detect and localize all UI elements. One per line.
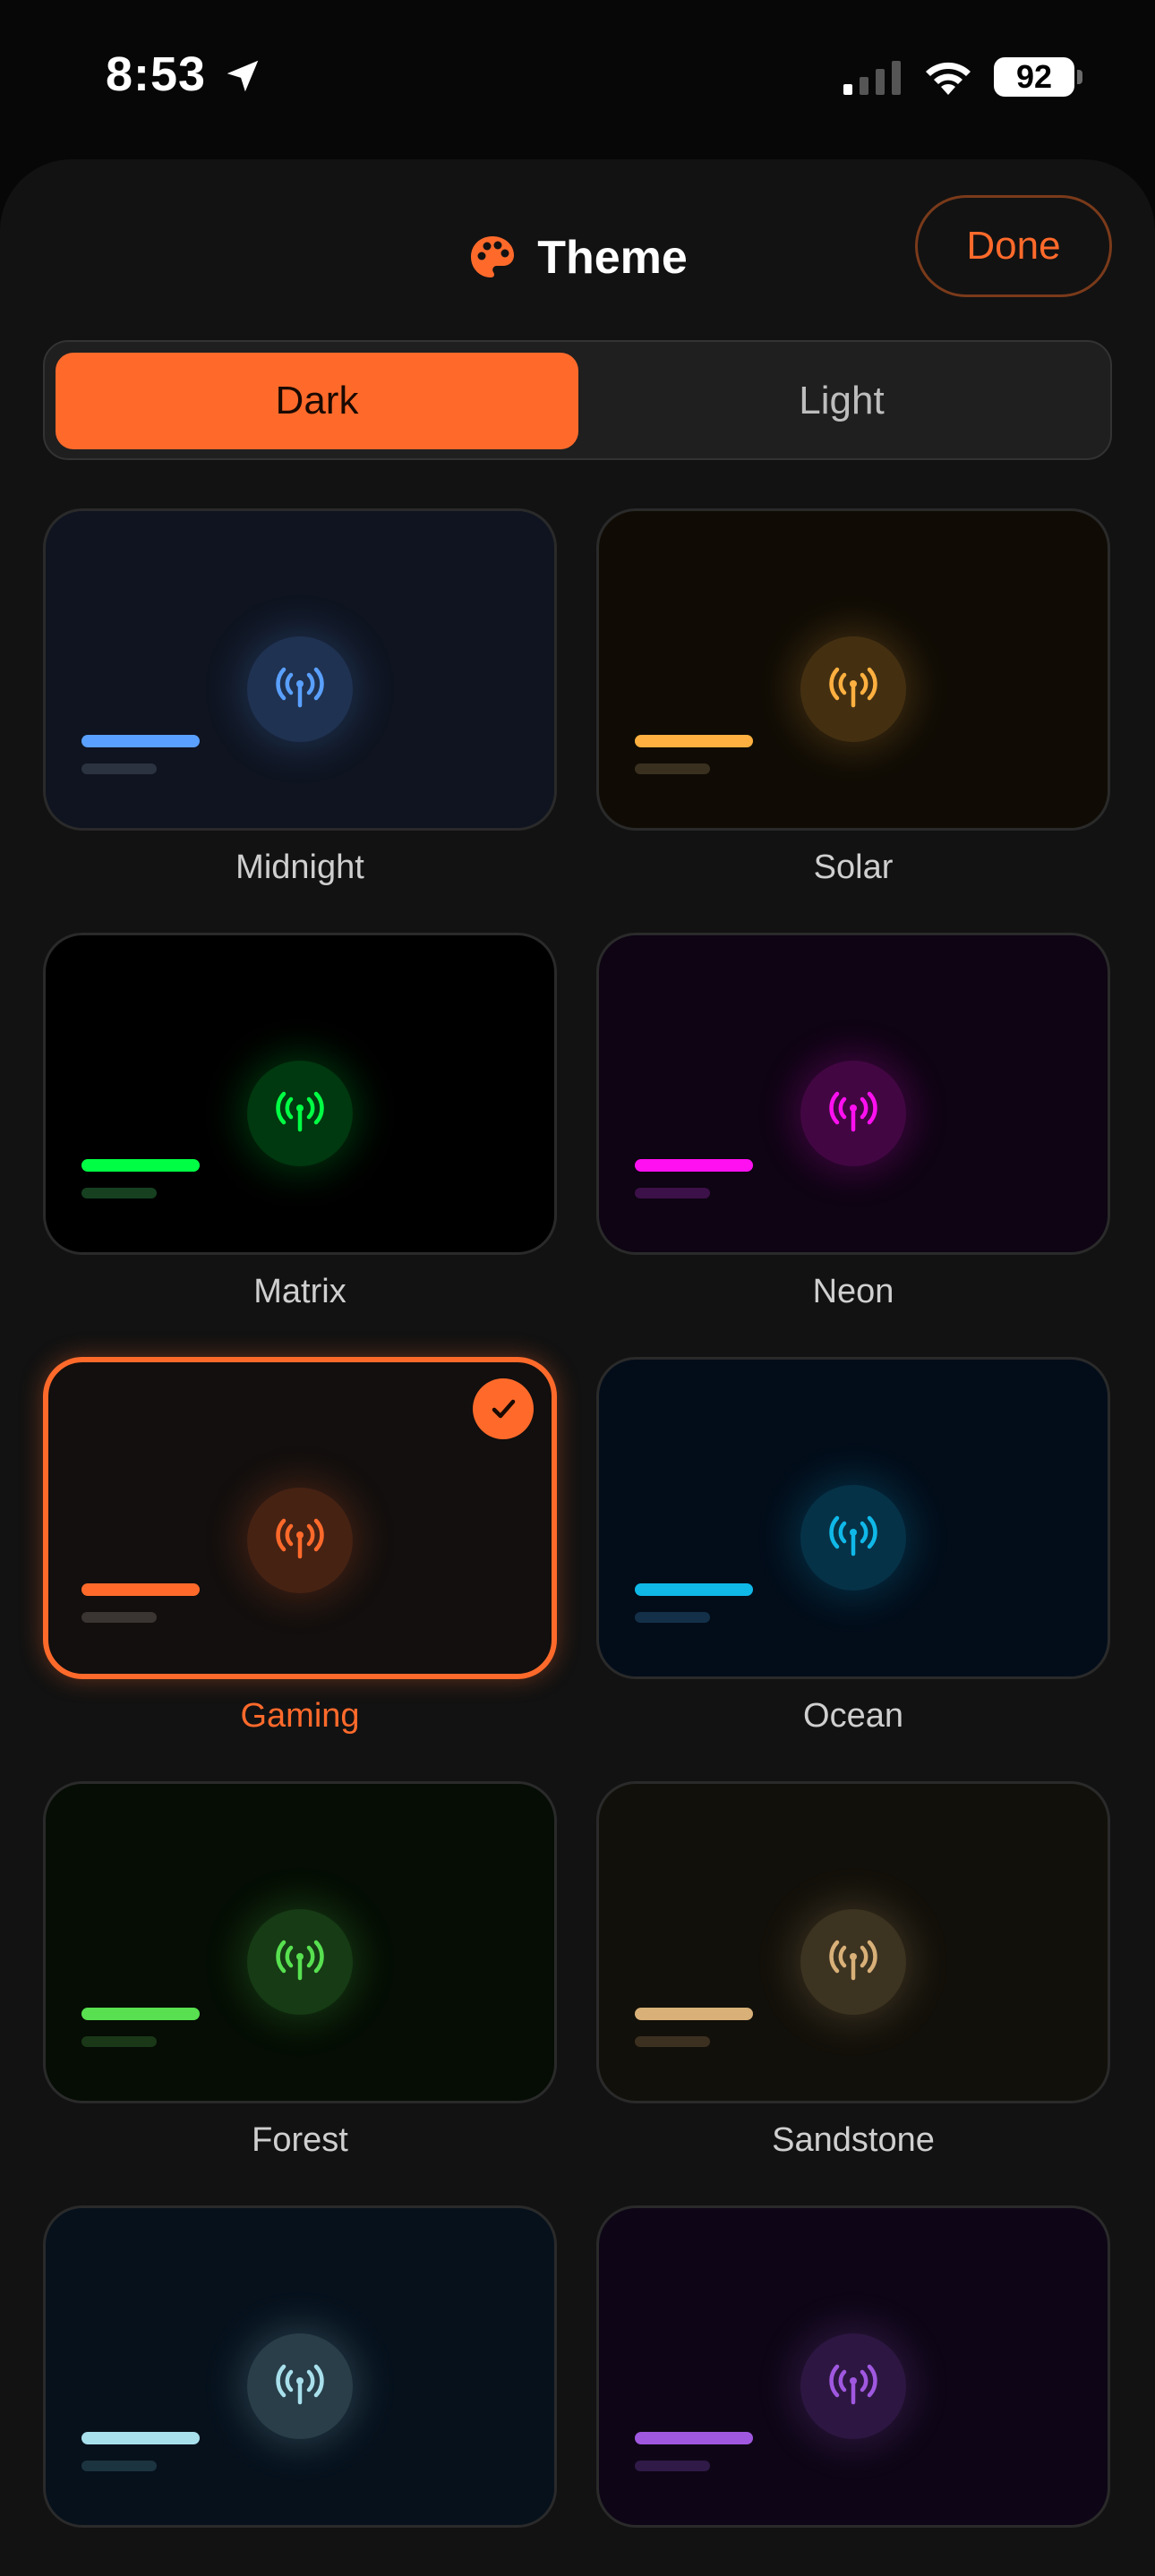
antenna-badge	[247, 2333, 353, 2439]
preview-secondary-bar	[81, 2461, 157, 2471]
theme-card[interactable]	[596, 933, 1110, 1255]
antenna-badge	[247, 1488, 353, 1593]
theme-label: Solar	[813, 849, 894, 886]
antenna-badge	[800, 1061, 906, 1166]
preview-accent-bar	[635, 1583, 753, 1596]
cellular-signal-icon	[843, 61, 901, 95]
preview-accent-bar	[81, 735, 200, 747]
theme-card[interactable]	[43, 933, 557, 1255]
preview-accent-bar	[81, 2432, 200, 2444]
antenna-icon	[829, 2364, 877, 2405]
theme-card[interactable]	[43, 1357, 557, 1679]
antenna-icon	[276, 667, 324, 708]
preview-accent-bar	[635, 2432, 753, 2444]
antenna-icon	[276, 1940, 324, 1981]
antenna-badge	[800, 1485, 906, 1591]
preview-accent-bar	[81, 2008, 200, 2020]
theme-label: Matrix	[253, 1273, 346, 1310]
antenna-icon	[829, 1091, 877, 1132]
status-bar: 8:53 92	[0, 0, 1155, 152]
preview-secondary-bar	[81, 1612, 157, 1623]
theme-card[interactable]	[596, 508, 1110, 831]
status-time: 8:53	[106, 47, 207, 101]
done-button[interactable]: Done	[915, 195, 1112, 297]
antenna-icon	[829, 667, 877, 708]
theme-label: Sandstone	[772, 2121, 935, 2159]
antenna-icon	[276, 1518, 324, 1559]
preview-secondary-bar	[635, 2461, 710, 2471]
mode-dark-segment[interactable]: Dark	[56, 353, 578, 449]
palette-icon	[471, 236, 515, 277]
theme-sheet: Theme Done Dark Light Midnight Solar Matri…	[0, 159, 1155, 2576]
mode-segmented-control: Dark Light	[43, 340, 1112, 460]
theme-label: Midnight	[235, 849, 364, 886]
preview-secondary-bar	[635, 1188, 710, 1198]
antenna-icon	[829, 1515, 877, 1557]
theme-card[interactable]	[43, 508, 557, 831]
battery-nub	[1077, 70, 1082, 84]
antenna-icon	[276, 1091, 324, 1132]
antenna-badge	[247, 1061, 353, 1166]
antenna-badge	[247, 1909, 353, 2015]
antenna-badge	[247, 636, 353, 742]
theme-label: Neon	[812, 1273, 894, 1310]
preview-secondary-bar	[635, 2036, 710, 2047]
antenna-badge	[800, 636, 906, 742]
preview-accent-bar	[81, 1159, 200, 1172]
antenna-badge	[800, 2333, 906, 2439]
antenna-icon	[829, 1940, 877, 1981]
wifi-icon	[926, 62, 971, 95]
preview-secondary-bar	[635, 1612, 710, 1623]
preview-secondary-bar	[81, 1188, 157, 1198]
preview-secondary-bar	[81, 2036, 157, 2047]
page-title: Theme	[537, 232, 688, 284]
theme-card[interactable]	[43, 1781, 557, 2103]
theme-card[interactable]	[43, 2205, 557, 2528]
theme-label: Ocean	[803, 1697, 903, 1735]
antenna-badge	[800, 1909, 906, 2015]
theme-card[interactable]	[596, 2205, 1110, 2528]
preview-accent-bar	[635, 1159, 753, 1172]
preview-accent-bar	[635, 2008, 753, 2020]
theme-card[interactable]	[596, 1357, 1110, 1679]
antenna-icon	[276, 2364, 324, 2405]
location-arrow-icon	[227, 60, 259, 92]
battery-indicator: 92	[994, 57, 1074, 97]
theme-card[interactable]	[596, 1781, 1110, 2103]
preview-accent-bar	[635, 735, 753, 747]
theme-label: Forest	[252, 2121, 348, 2159]
preview-accent-bar	[81, 1583, 200, 1596]
checkmark-icon	[473, 1378, 534, 1439]
preview-secondary-bar	[635, 763, 710, 774]
mode-light-segment[interactable]: Light	[580, 353, 1103, 449]
preview-secondary-bar	[81, 763, 157, 774]
theme-label: Gaming	[240, 1697, 360, 1735]
